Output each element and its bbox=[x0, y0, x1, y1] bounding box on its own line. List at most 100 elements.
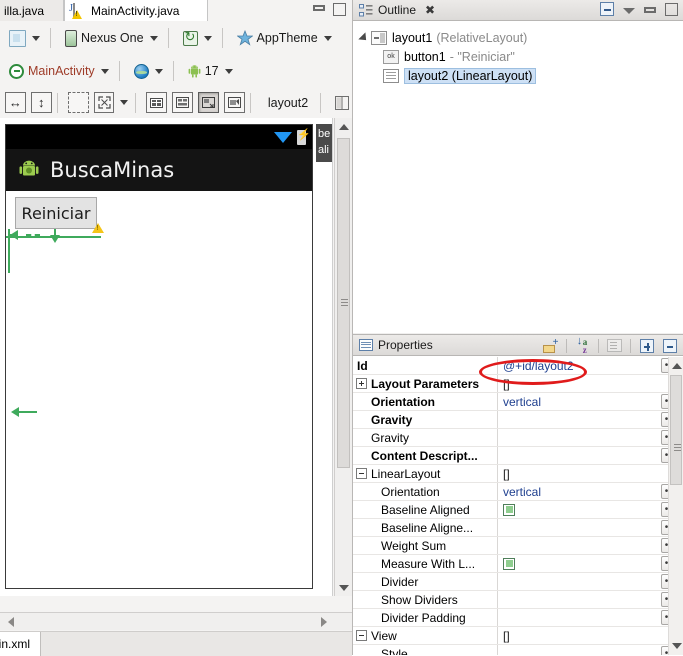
tree-row-layout1[interactable]: layout1 (RelativeLayout) bbox=[353, 28, 683, 47]
property-row[interactable]: View [] bbox=[353, 627, 683, 645]
property-row[interactable]: Measure With L... ••• bbox=[353, 555, 683, 573]
android-content-area[interactable]: Reiniciar bbox=[6, 191, 312, 588]
preview-button-reiniciar[interactable]: Reiniciar bbox=[15, 197, 97, 229]
tree-row-button1[interactable]: ok button1 - "Reiniciar" bbox=[353, 47, 683, 66]
property-row[interactable]: Content Descript... ••• bbox=[353, 447, 683, 465]
canvas-vertical-scrollbar[interactable] bbox=[334, 118, 352, 596]
minimize-icon[interactable] bbox=[313, 5, 325, 11]
show-advanced-button[interactable]: + bbox=[541, 337, 560, 354]
property-value[interactable]: [] bbox=[498, 375, 683, 392]
property-row[interactable]: Style ••• bbox=[353, 645, 683, 655]
collapse-all-button[interactable] bbox=[660, 337, 679, 354]
theme-chooser[interactable]: AppTheme bbox=[234, 26, 337, 50]
distribute-button[interactable] bbox=[172, 92, 194, 113]
property-value[interactable]: vertical••• bbox=[498, 393, 683, 410]
expand-selection-button[interactable] bbox=[93, 92, 115, 113]
property-value[interactable]: vertical••• bbox=[498, 483, 683, 500]
chevron-down-icon[interactable] bbox=[323, 35, 332, 41]
property-row[interactable]: Weight Sum ••• bbox=[353, 537, 683, 555]
property-value[interactable]: [] bbox=[498, 465, 683, 482]
property-value[interactable]: ••• bbox=[498, 537, 683, 554]
scroll-up-button[interactable] bbox=[335, 118, 352, 135]
locale-chooser[interactable] bbox=[131, 59, 168, 83]
property-row[interactable]: Orientation vertical••• bbox=[353, 483, 683, 501]
property-value[interactable]: ••• bbox=[498, 609, 683, 626]
chevron-down-icon[interactable] bbox=[154, 68, 163, 74]
property-row[interactable]: Divider Padding ••• bbox=[353, 609, 683, 627]
sort-alphabetically-button[interactable]: az bbox=[573, 337, 592, 355]
collapse-icon[interactable] bbox=[356, 468, 367, 479]
checkbox[interactable] bbox=[503, 557, 515, 570]
chevron-down-icon[interactable] bbox=[120, 100, 129, 105]
property-value[interactable]: ••• bbox=[498, 519, 683, 536]
checkbox[interactable] bbox=[503, 503, 515, 516]
property-value[interactable]: @+id/layout2••• bbox=[498, 357, 683, 374]
expand-all-button[interactable] bbox=[637, 337, 656, 354]
chevron-down-icon[interactable] bbox=[149, 35, 158, 41]
outline-tree[interactable]: layout1 (RelativeLayout) ok button1 - "R… bbox=[353, 22, 683, 85]
close-icon[interactable]: ✖ bbox=[425, 3, 435, 17]
property-value[interactable]: ••• bbox=[498, 411, 683, 428]
chevron-down-icon[interactable] bbox=[100, 68, 109, 74]
property-row[interactable]: Gravity ••• bbox=[353, 429, 683, 447]
collapse-all-icon[interactable] bbox=[600, 2, 614, 16]
activity-chooser[interactable]: MainActivity bbox=[6, 59, 114, 83]
device-preview-frame[interactable]: BuscaMinas Reiniciar bbox=[5, 124, 313, 589]
filter-button[interactable] bbox=[605, 337, 624, 354]
device-chooser[interactable]: Nexus One bbox=[62, 26, 163, 50]
align-baseline-button[interactable] bbox=[146, 92, 168, 113]
tree-row-layout2[interactable]: layout2 (LinearLayout) bbox=[353, 66, 683, 85]
properties-scrollbar[interactable] bbox=[668, 357, 683, 655]
canvas-horizontal-scrollbar[interactable] bbox=[0, 612, 352, 630]
property-row[interactable]: Gravity ••• bbox=[353, 411, 683, 429]
property-value[interactable]: ••• bbox=[498, 591, 683, 608]
scroll-up-button[interactable] bbox=[671, 359, 682, 373]
extract-include-button[interactable] bbox=[224, 92, 245, 113]
property-row[interactable]: Id @+id/layout2••• bbox=[353, 357, 683, 375]
property-value[interactable]: [] bbox=[498, 627, 683, 644]
editor-tab-active[interactable]: MainActivity.java bbox=[64, 0, 208, 21]
property-row[interactable]: Baseline Aligned ••• bbox=[353, 501, 683, 519]
fill-height-button[interactable] bbox=[30, 92, 52, 113]
property-value[interactable]: ••• bbox=[498, 555, 683, 572]
canvas-surface[interactable]: BuscaMinas Reiniciar bbox=[0, 118, 333, 596]
scroll-right-button[interactable] bbox=[315, 613, 332, 630]
expand-icon[interactable] bbox=[356, 378, 367, 389]
margins-button[interactable] bbox=[67, 92, 89, 113]
api-level-chooser[interactable]: 17 bbox=[185, 59, 238, 83]
property-row[interactable]: Orientation vertical••• bbox=[353, 393, 683, 411]
property-value[interactable]: ••• bbox=[498, 501, 683, 518]
property-value[interactable]: ••• bbox=[498, 573, 683, 590]
design-canvas[interactable]: BuscaMinas Reiniciar bbox=[0, 118, 352, 612]
properties-table[interactable]: Id@+id/layout2•••Layout Parameters[]Orie… bbox=[353, 357, 683, 655]
split-view-button[interactable] bbox=[331, 92, 352, 113]
property-row[interactable]: Baseline Aligne... ••• bbox=[353, 519, 683, 537]
collapse-icon[interactable] bbox=[356, 630, 367, 641]
property-value[interactable]: ••• bbox=[498, 447, 683, 464]
view-menu-icon[interactable] bbox=[623, 8, 635, 14]
property-value[interactable]: ••• bbox=[498, 645, 683, 655]
property-row[interactable]: Show Dividers ••• bbox=[353, 591, 683, 609]
scroll-down-button[interactable] bbox=[335, 579, 352, 596]
property-row[interactable]: Layout Parameters [] bbox=[353, 375, 683, 393]
minimize-icon[interactable] bbox=[644, 7, 656, 13]
maximize-icon[interactable] bbox=[665, 2, 678, 16]
editor-mode-tab-xml[interactable]: ain.xml bbox=[0, 632, 42, 656]
orientation-chooser[interactable] bbox=[180, 26, 217, 50]
property-row[interactable]: Divider ••• bbox=[353, 573, 683, 591]
expand-arrow-icon[interactable] bbox=[358, 31, 370, 44]
configuration-chooser[interactable] bbox=[6, 26, 45, 50]
scroll-left-button[interactable] bbox=[2, 613, 19, 630]
scrollbar-thumb[interactable] bbox=[337, 138, 350, 468]
fill-width-button[interactable] bbox=[5, 92, 26, 113]
maximize-icon[interactable] bbox=[333, 3, 346, 16]
property-value[interactable]: ••• bbox=[498, 429, 683, 446]
chevron-down-icon[interactable] bbox=[32, 35, 40, 41]
property-row[interactable]: LinearLayout [] bbox=[353, 465, 683, 483]
chevron-down-icon[interactable] bbox=[224, 68, 233, 74]
change-layout-button[interactable] bbox=[198, 92, 220, 113]
editor-tab-inactive[interactable]: illa.java bbox=[0, 0, 64, 21]
scroll-down-button[interactable] bbox=[671, 639, 682, 653]
chevron-down-icon[interactable] bbox=[203, 35, 212, 41]
scrollbar-thumb[interactable] bbox=[670, 375, 682, 485]
